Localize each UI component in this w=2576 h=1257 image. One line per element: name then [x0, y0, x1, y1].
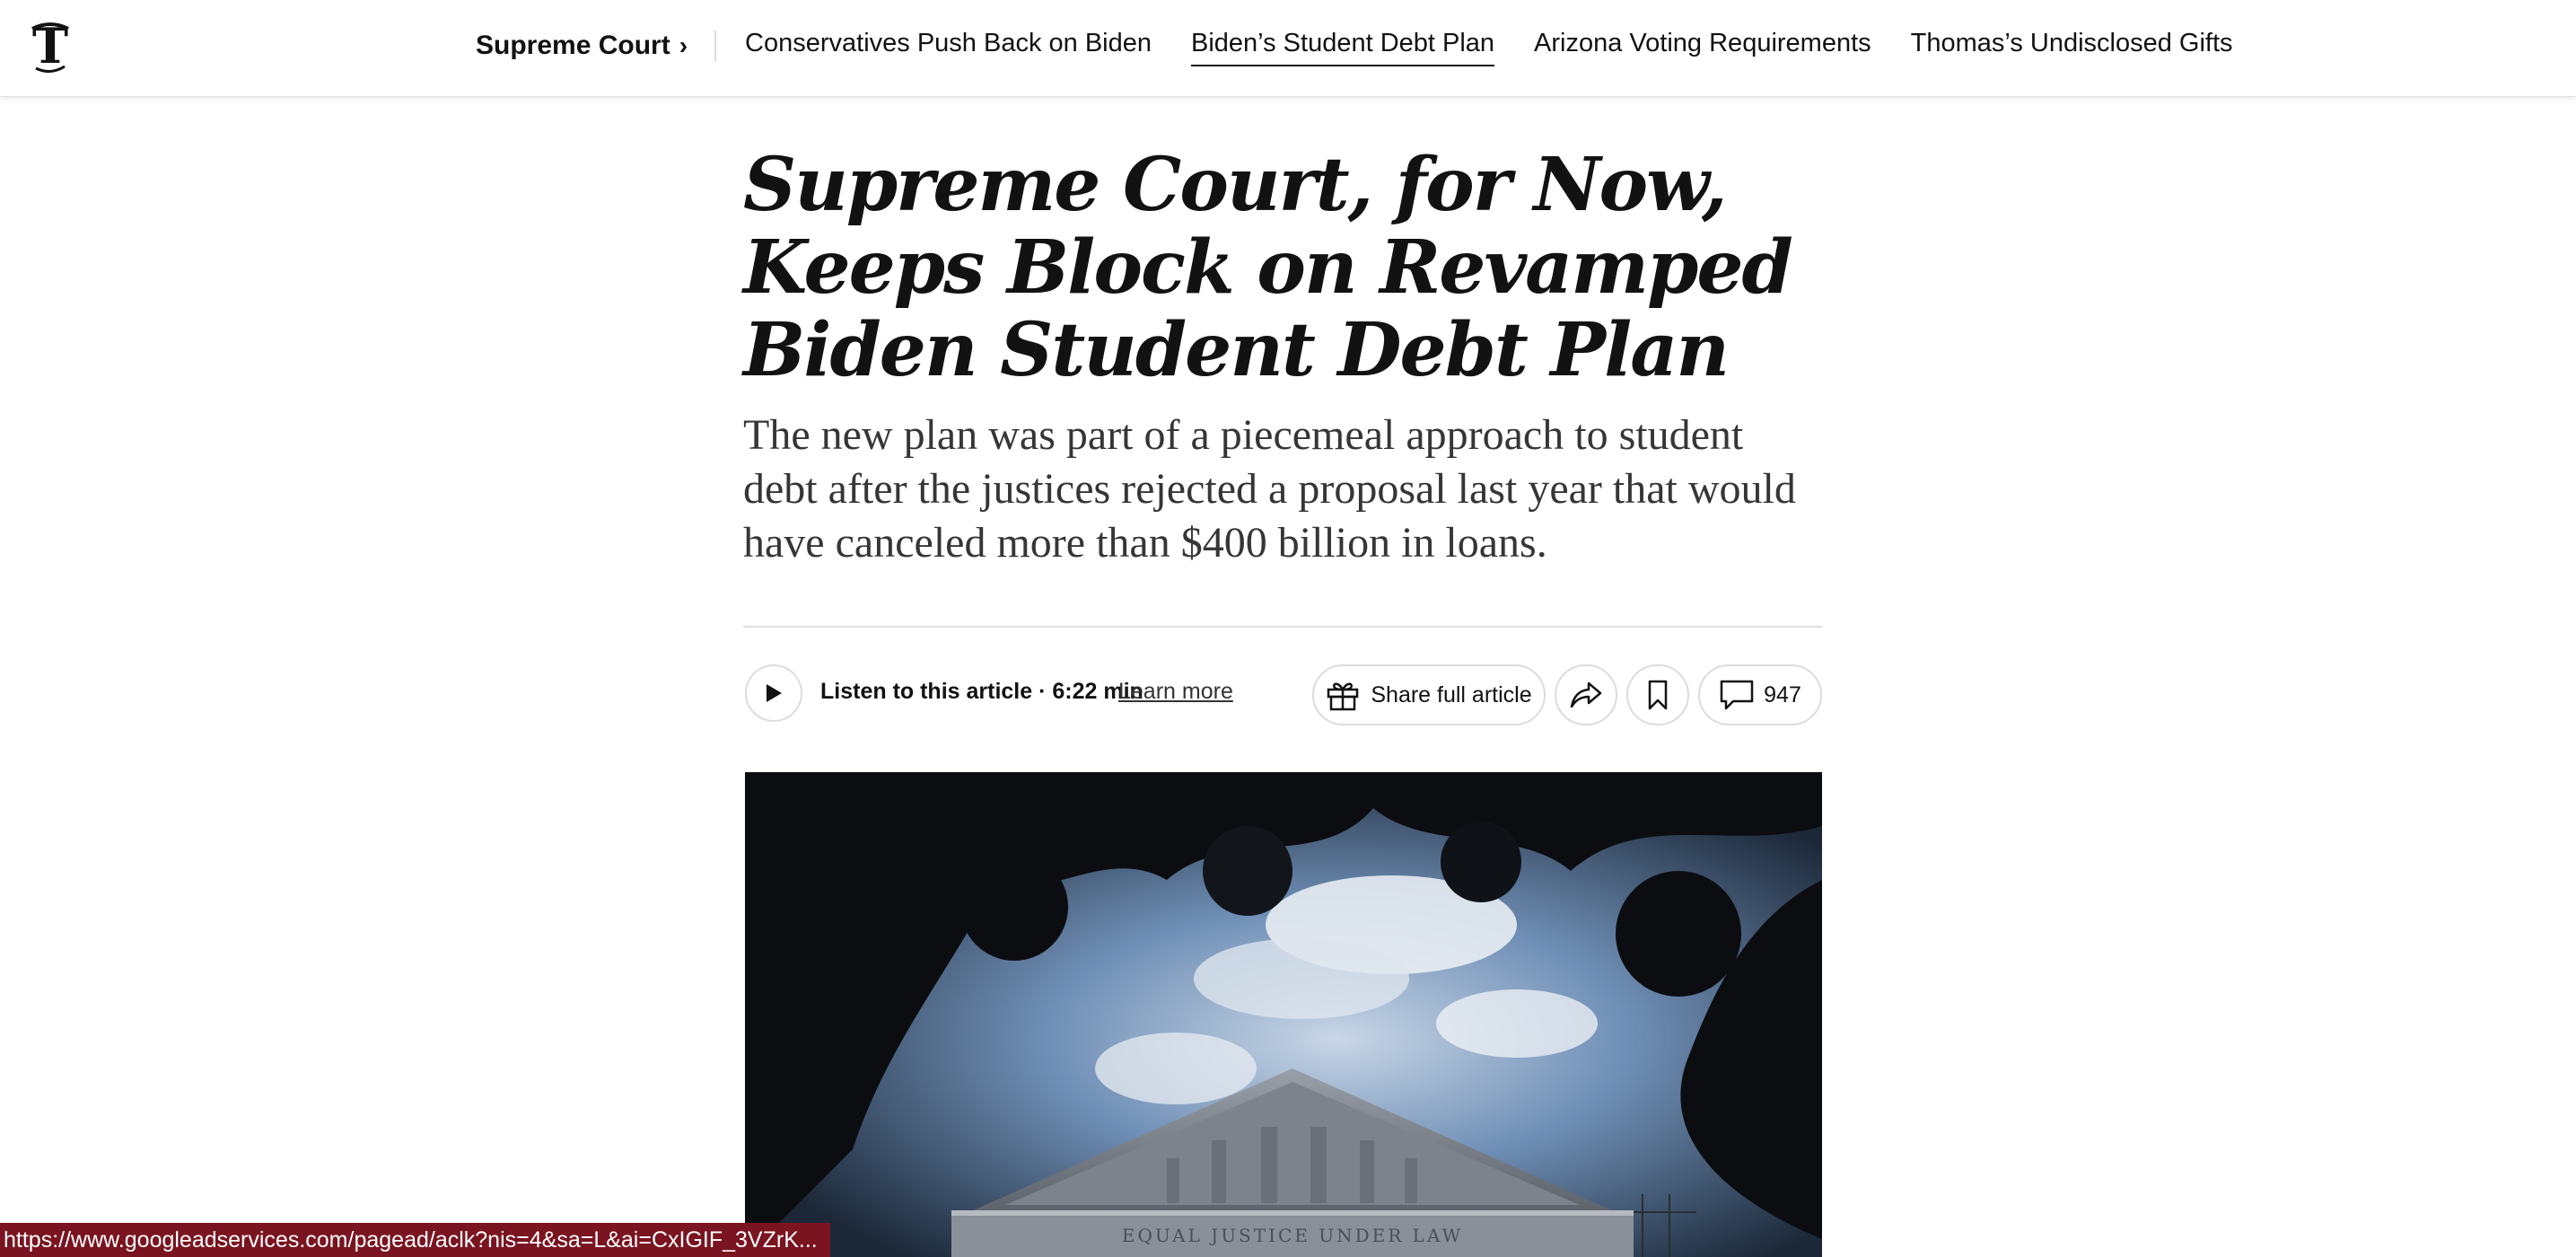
- article-summary: The new plan was part of a piecemeal app…: [743, 411, 1796, 567]
- listen-label: Listen to this article · 6:22 min: [820, 679, 1143, 704]
- nav-links: Supreme Court › Conservatives Push Back …: [476, 0, 2273, 92]
- status-bar-url: https://www.googleadservices.com/pagead/…: [0, 1223, 830, 1257]
- top-nav: T Supreme Court › Conservatives Push Bac…: [0, 0, 2576, 97]
- nav-section-supreme-court[interactable]: Supreme Court ›: [476, 31, 688, 61]
- comments-button[interactable]: 947: [1698, 664, 1822, 725]
- play-audio-button[interactable]: [745, 664, 802, 722]
- comment-icon: [1720, 680, 1754, 710]
- chevron-right-icon: ›: [679, 31, 688, 59]
- hero-image: EQUAL JUSTICE UNDER LAW: [745, 772, 1822, 1257]
- comment-count: 947: [1764, 681, 1801, 708]
- nyt-logo-icon[interactable]: T: [25, 16, 75, 77]
- nav-divider: [714, 31, 717, 61]
- nav-link-arizona-voting[interactable]: Arizona Voting Requirements: [1534, 25, 1871, 66]
- save-article-button[interactable]: [1626, 664, 1689, 725]
- nav-link-student-debt[interactable]: Biden’s Student Debt Plan: [1191, 25, 1495, 66]
- learn-more-link[interactable]: Learn more: [1118, 679, 1233, 705]
- nav-section-label: Supreme Court: [476, 31, 670, 60]
- share-button[interactable]: [1555, 664, 1617, 725]
- nav-link-conservatives[interactable]: Conservatives Push Back on Biden: [745, 25, 1152, 66]
- gift-icon: [1327, 682, 1359, 711]
- share-full-label: Share full article: [1371, 681, 1532, 708]
- divider: [743, 626, 1822, 628]
- share-icon: [1570, 681, 1602, 708]
- bookmark-icon: [1648, 680, 1668, 710]
- share-full-article-button[interactable]: Share full article: [1312, 664, 1546, 725]
- nav-link-thomas-gifts[interactable]: Thomas’s Undisclosed Gifts: [1911, 25, 2233, 66]
- play-icon: [767, 684, 782, 702]
- article-headline: Supreme Court, for Now, Keeps Block on R…: [743, 142, 1793, 393]
- inscription-text: EQUAL JUSTICE UNDER LAW: [1122, 1225, 1463, 1246]
